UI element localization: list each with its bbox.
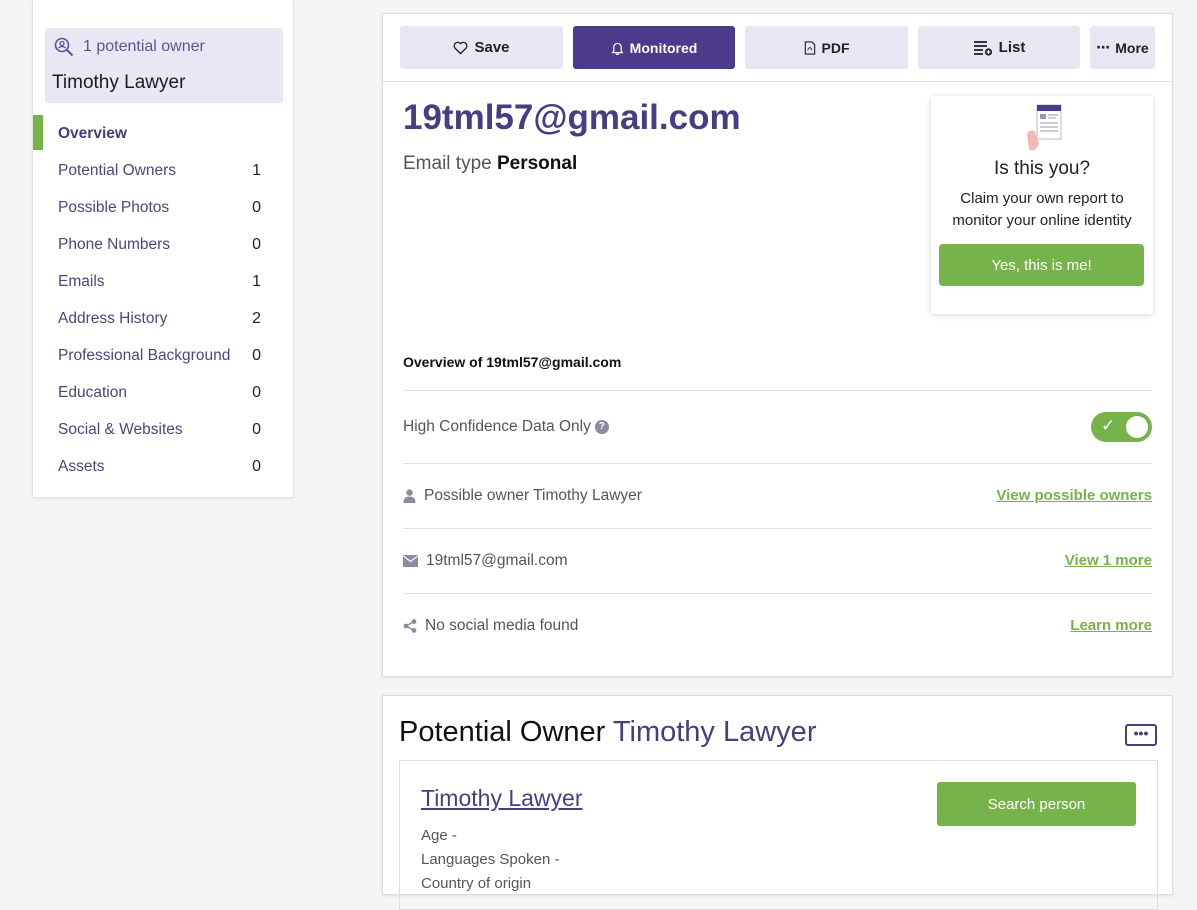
potential-owner-heading: Potential Owner Timothy Lawyer xyxy=(399,716,816,749)
view-more-emails-link[interactable]: View 1 more xyxy=(1065,552,1152,569)
sidebar-item-label: Possible Photos xyxy=(58,198,170,216)
sidebar-item-overview[interactable]: Overview xyxy=(33,115,293,152)
sidebar-item-address-history[interactable]: Address History 2 xyxy=(33,300,293,337)
sidebar-item-count: 1 xyxy=(252,161,261,179)
check-icon: ✓ xyxy=(1101,415,1116,435)
sidebar-item-label: Education xyxy=(58,383,127,401)
owner-summary-box[interactable]: 1 potential owner Timothy Lawyer xyxy=(45,28,283,103)
sidebar-item-label: Social & Websites xyxy=(58,420,183,438)
sidebar-item-count: 0 xyxy=(252,346,261,364)
person-country: Country of origin xyxy=(421,875,532,892)
view-possible-owners-link[interactable]: View possible owners xyxy=(996,487,1152,504)
ellipsis-icon: ⋯ xyxy=(1096,39,1110,55)
person-card: Timothy Lawyer Search person Age - Langu… xyxy=(399,760,1158,910)
person-icon xyxy=(403,488,416,503)
pdf-button[interactable]: PDF xyxy=(745,26,908,69)
report-toolbar: Save Monitored PDF List ⋯ More xyxy=(383,14,1172,82)
email-type-label: Email type xyxy=(403,153,492,174)
potential-owner-card: Potential Owner Timothy Lawyer ••• Timot… xyxy=(382,695,1173,910)
email-row-text: 19tml57@gmail.com xyxy=(426,551,568,569)
sidebar: 1 potential owner Timothy Lawyer Overvie… xyxy=(32,0,294,498)
sidebar-item-count: 1 xyxy=(252,272,261,290)
sidebar-item-label: Professional Background xyxy=(58,346,231,364)
report-document-icon xyxy=(1027,104,1062,151)
bell-icon xyxy=(611,42,623,55)
sidebar-nav: Overview Potential Owners 1 Possible Pho… xyxy=(33,115,293,485)
save-button[interactable]: Save xyxy=(400,26,563,69)
envelope-icon xyxy=(403,554,418,567)
toggle-knob xyxy=(1126,415,1148,438)
more-button[interactable]: ⋯ More xyxy=(1090,26,1155,69)
claim-yes-button[interactable]: Yes, this is me! xyxy=(939,244,1144,286)
pdf-file-icon xyxy=(804,40,815,55)
social-text: No social media found xyxy=(425,616,579,634)
report-card: Save Monitored PDF List ⋯ More 19tml57@g… xyxy=(382,13,1173,677)
high-confidence-toggle[interactable]: ✓ xyxy=(1091,411,1152,442)
sidebar-item-count: 0 xyxy=(252,383,261,401)
high-confidence-label: High Confidence Data Only xyxy=(403,417,591,435)
sidebar-item-label: Address History xyxy=(58,309,168,327)
owner-name: Timothy Lawyer xyxy=(52,72,186,93)
person-age: Age - xyxy=(421,827,457,844)
more-options-button[interactable]: ••• xyxy=(1125,724,1157,746)
person-languages: Languages Spoken - xyxy=(421,851,560,868)
sidebar-item-emails[interactable]: Emails 1 xyxy=(33,263,293,300)
sidebar-item-label: Potential Owners xyxy=(58,161,177,179)
save-label: Save xyxy=(474,39,510,56)
sidebar-item-count: 0 xyxy=(252,198,261,216)
sidebar-item-count: 0 xyxy=(252,420,261,438)
owner-count-row: 1 potential owner xyxy=(53,36,205,58)
claim-report-card: Is this you? Claim your own report to mo… xyxy=(931,96,1153,314)
sidebar-item-professional-background[interactable]: Professional Background 0 xyxy=(33,337,293,374)
sidebar-item-label: Emails xyxy=(58,272,105,290)
claim-title: Is this you? xyxy=(993,158,1091,179)
owner-count-label: 1 potential owner xyxy=(83,38,205,55)
sidebar-item-potential-owners[interactable]: Potential Owners 1 xyxy=(33,152,293,189)
sidebar-item-social-websites[interactable]: Social & Websites 0 xyxy=(33,411,293,448)
heart-icon xyxy=(454,41,468,54)
sidebar-item-assets[interactable]: Assets 0 xyxy=(33,448,293,485)
email-title: 19tml57@gmail.com xyxy=(403,98,741,137)
person-name-link[interactable]: Timothy Lawyer xyxy=(421,785,582,812)
monitored-label: Monitored xyxy=(629,39,698,56)
sidebar-item-count: 0 xyxy=(252,235,261,253)
sidebar-item-phone-numbers[interactable]: Phone Numbers 0 xyxy=(33,226,293,263)
email-type: Email type Personal xyxy=(403,153,577,175)
social-row: No social media found Learn more xyxy=(403,593,1152,657)
possible-owner-text: Possible owner Timothy Lawyer xyxy=(424,486,642,504)
overview-heading: Overview of 19tml57@gmail.com xyxy=(403,354,622,370)
sidebar-item-label: Phone Numbers xyxy=(58,235,171,253)
help-icon[interactable]: ? xyxy=(594,419,609,434)
share-icon xyxy=(403,618,417,633)
sidebar-item-label: Assets xyxy=(58,457,105,475)
list-add-icon xyxy=(973,40,992,56)
possible-owner-row: Possible owner Timothy Lawyer View possi… xyxy=(403,463,1152,527)
monitored-button[interactable]: Monitored xyxy=(573,26,735,69)
sidebar-item-education[interactable]: Education 0 xyxy=(33,374,293,411)
sidebar-item-count: 0 xyxy=(252,457,261,475)
claim-text: Claim your own report to monitor your on… xyxy=(952,190,1132,229)
search-person-icon xyxy=(54,37,74,57)
potential-owner-heading-name: Timothy Lawyer xyxy=(612,716,817,748)
pdf-label: PDF xyxy=(821,39,850,56)
sidebar-item-count: 2 xyxy=(252,309,261,327)
learn-more-link[interactable]: Learn more xyxy=(1070,617,1152,634)
high-confidence-row: High Confidence Data Only ? ✓ xyxy=(403,390,1152,462)
list-label: List xyxy=(998,39,1026,56)
more-label: More xyxy=(1115,39,1149,56)
sidebar-item-label: Overview xyxy=(58,124,127,142)
potential-owner-heading-prefix: Potential Owner xyxy=(399,716,606,748)
email-row: 19tml57@gmail.com View 1 more xyxy=(403,528,1152,592)
email-type-value: Personal xyxy=(496,153,578,174)
search-person-button[interactable]: Search person xyxy=(937,782,1136,826)
sidebar-item-possible-photos[interactable]: Possible Photos 0 xyxy=(33,189,293,226)
list-button[interactable]: List xyxy=(918,26,1080,69)
